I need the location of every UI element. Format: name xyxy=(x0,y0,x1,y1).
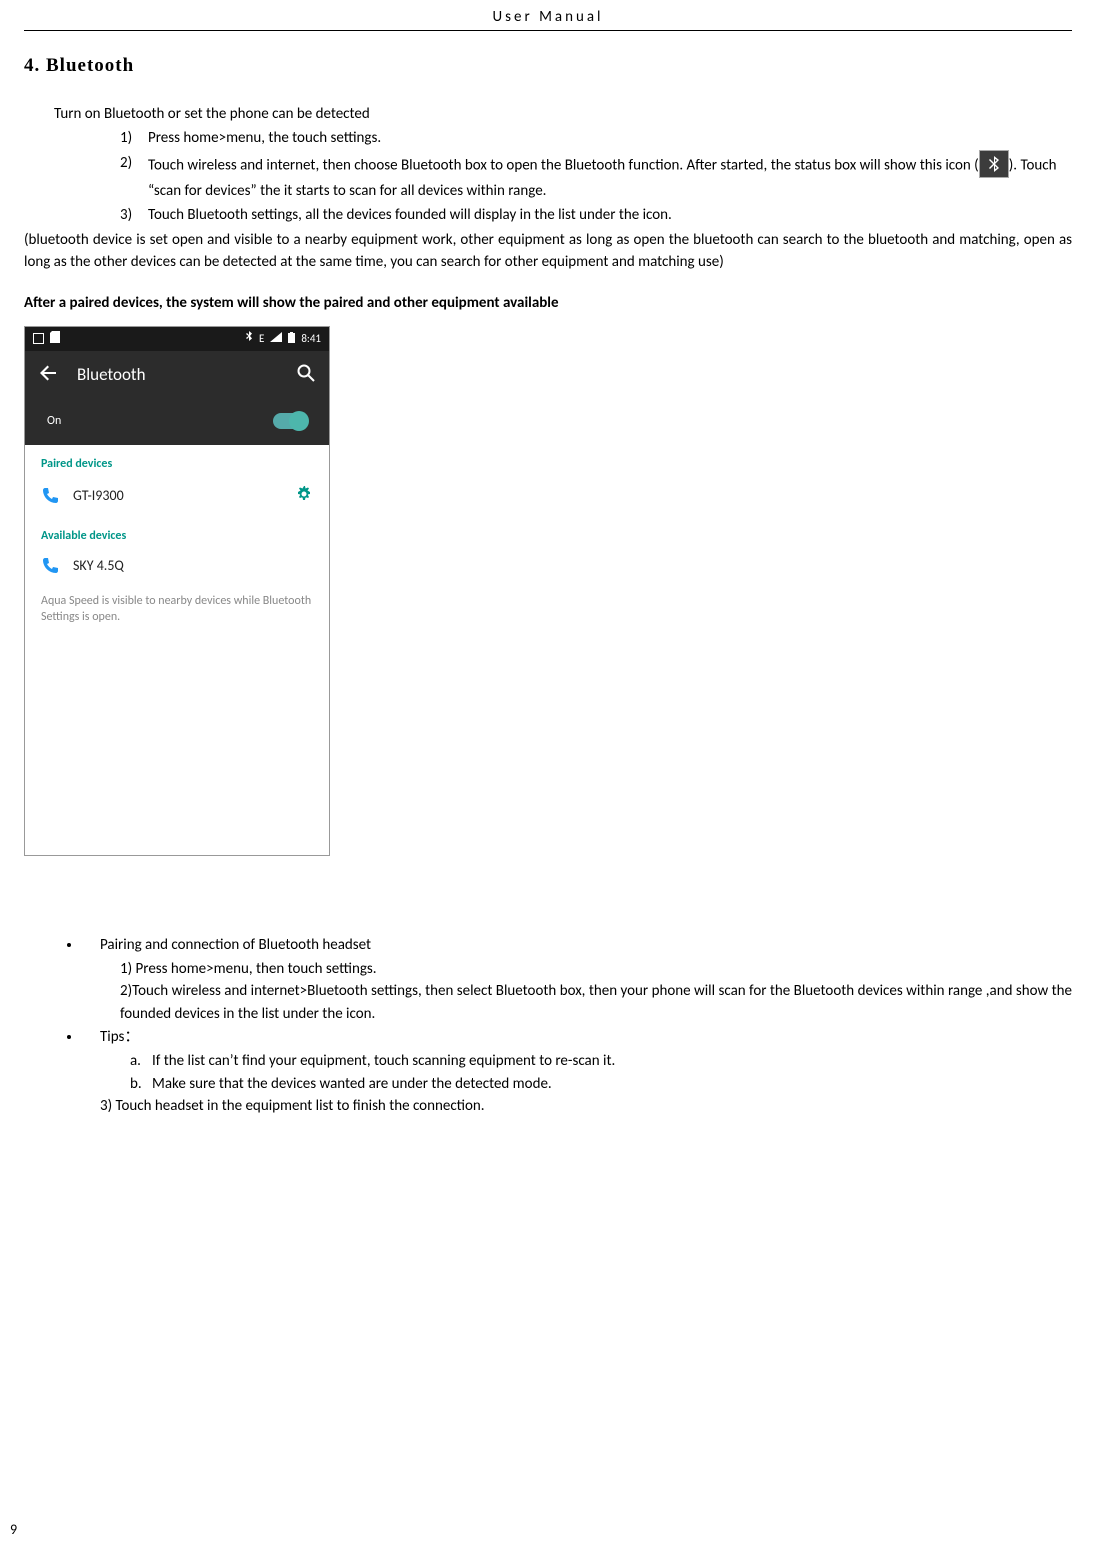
step-3: 3) Touch Bluetooth settings, all the dev… xyxy=(120,204,1072,227)
step-text: Touch Bluetooth settings, all the device… xyxy=(148,204,1072,227)
visibility-note: Aqua Speed is visible to nearby devices … xyxy=(25,585,329,635)
phone-icon xyxy=(41,557,59,575)
step-1: 1) Press home>menu, the touch settings. xyxy=(120,127,1072,150)
bluetooth-icon xyxy=(245,331,253,346)
gear-icon[interactable] xyxy=(295,485,313,507)
tips-section: Tips： xyxy=(82,1025,1072,1046)
step-number: 2) xyxy=(120,152,148,203)
bluetooth-toggle[interactable] xyxy=(273,413,307,429)
available-device-row[interactable]: SKY 4.5Q xyxy=(25,547,329,585)
phone-icon xyxy=(41,487,59,505)
paired-devices-header: Paired devices xyxy=(25,445,329,475)
on-label: On xyxy=(47,414,61,428)
tips-alpha-list: a.If the list can’t find your equipment,… xyxy=(130,1050,1072,1095)
page-header: User Manual xyxy=(24,0,1072,31)
intro-text: Turn on Bluetooth or set the phone can b… xyxy=(54,105,1072,123)
clock: 8:41 xyxy=(301,332,321,345)
tip-a: a.If the list can’t find your equipment,… xyxy=(130,1050,1072,1073)
step-text: Touch wireless and internet, then choose… xyxy=(148,152,1072,203)
image-icon xyxy=(33,333,44,344)
status-bar: E 8:41 xyxy=(25,327,329,351)
pairing-section: Pairing and connection of Bluetooth head… xyxy=(82,936,1072,954)
pairing-bullet: Pairing and connection of Bluetooth head… xyxy=(82,936,1072,954)
app-bar: Bluetooth xyxy=(25,351,329,399)
device-name: SKY 4.5Q xyxy=(73,557,313,574)
battery-icon xyxy=(288,332,295,346)
pairing-step1: 1) Press home>menu, then touch settings. xyxy=(120,958,1072,981)
tip-text: If the list can’t find your equipment, t… xyxy=(152,1050,615,1073)
on-toggle-row[interactable]: On xyxy=(25,399,329,445)
steps-list: 1) Press home>menu, the touch settings. … xyxy=(120,127,1072,227)
step2-pre: Touch wireless and internet, then choose… xyxy=(148,156,979,174)
step-number: 3) xyxy=(120,204,148,227)
pairing-step2: 2)Touch wireless and internet>Bluetooth … xyxy=(120,980,1072,1025)
edge-indicator: E xyxy=(259,332,264,345)
step-text: Press home>menu, the touch settings. xyxy=(148,127,1072,150)
back-icon[interactable] xyxy=(39,364,57,386)
tips-bullet: Tips： xyxy=(82,1025,1072,1046)
section-title: 4. Bluetooth xyxy=(24,55,1072,77)
device-name: GT-I9300 xyxy=(73,487,281,504)
tip-text: Make sure that the devices wanted are un… xyxy=(152,1073,552,1096)
search-icon[interactable] xyxy=(297,364,315,386)
paired-device-row[interactable]: GT-I9300 xyxy=(25,475,329,517)
app-bar-title: Bluetooth xyxy=(77,364,277,385)
bluetooth-status-icon xyxy=(979,150,1009,178)
available-devices-header: Available devices xyxy=(25,517,329,547)
step-2: 2) Touch wireless and internet, then cho… xyxy=(120,152,1072,203)
page-number: 9 xyxy=(10,1521,17,1538)
alpha-label: a. xyxy=(130,1050,152,1073)
paired-heading: After a paired devices, the system will … xyxy=(24,294,1072,312)
phone-screenshot: E 8:41 Bluetooth On Paired devices GT-I9… xyxy=(24,326,330,856)
alpha-label: b. xyxy=(130,1073,152,1096)
step-number: 1) xyxy=(120,127,148,150)
sim-icon xyxy=(50,331,60,346)
pairing-step3: 3) Touch headset in the equipment list t… xyxy=(100,1095,1072,1118)
signal-icon xyxy=(270,332,282,345)
bluetooth-note: (bluetooth device is set open and visibl… xyxy=(24,229,1072,274)
tip-b: b.Make sure that the devices wanted are … xyxy=(130,1073,1072,1096)
